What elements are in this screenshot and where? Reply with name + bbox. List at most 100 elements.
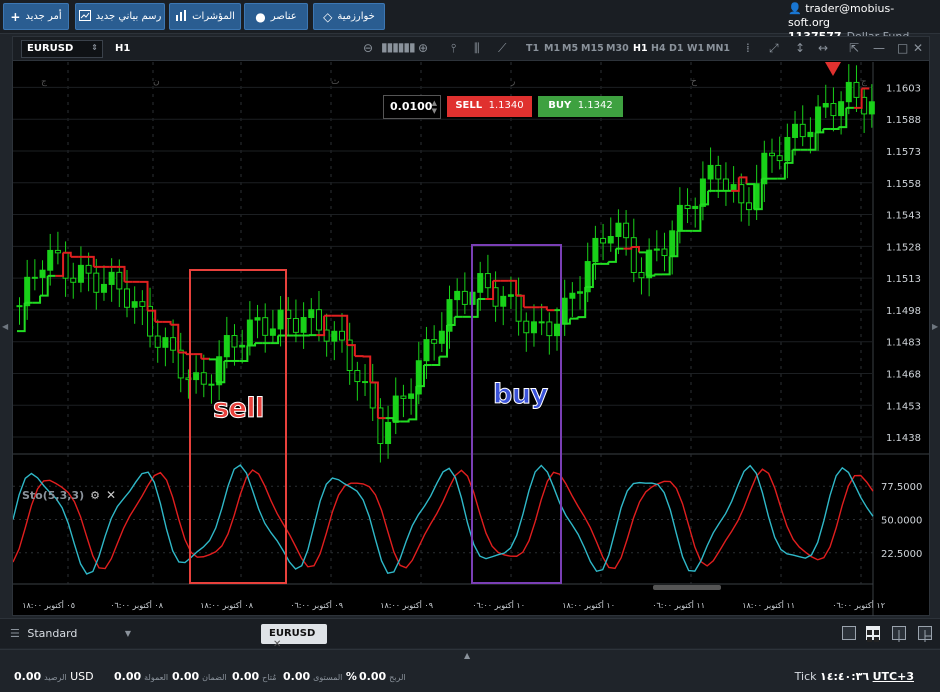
trailing-stop-segment [55, 252, 65, 277]
timeframe-m15[interactable]: M15 [581, 43, 604, 54]
sell-label: SELL [455, 100, 483, 111]
template-menu-icon: ☰ [10, 627, 20, 640]
timeframe-mn1[interactable]: MN1 [706, 43, 730, 54]
line-chart-icon[interactable]: ⟋ [498, 41, 506, 56]
timeframe-t1[interactable]: T1 [526, 43, 539, 54]
candle-body [116, 271, 123, 290]
candle-body [507, 294, 514, 297]
buy-label: BUY [548, 100, 572, 111]
zoom-out-icon[interactable]: ⊖ [363, 41, 373, 55]
status-commission: 0.00 العمولة [114, 670, 168, 683]
price-tick-label: 1.1468 [886, 369, 921, 380]
buy-button[interactable]: BUY 1.1342 [538, 96, 623, 117]
candle-body [515, 294, 522, 322]
chart-icon [78, 9, 91, 24]
trailing-stop-segment [608, 248, 617, 263]
margin-label: الضمان [202, 673, 227, 682]
candle-body [369, 381, 376, 409]
zoom-slider[interactable]: ▮▮▮▮▮▮ [381, 40, 416, 54]
sell-price: 1.1340 [488, 100, 524, 111]
candle-body [177, 349, 184, 379]
candle-body [124, 288, 130, 308]
elements-button[interactable]: ● عناصر [244, 3, 308, 30]
chart-tab-eurusd[interactable]: EURUSD ✕ [261, 624, 327, 650]
left-panel-arrow-icon[interactable]: ◀ [2, 322, 8, 331]
candle-body [308, 309, 315, 319]
timezone-select[interactable]: UTC+3 [873, 670, 914, 683]
layout-grid-icon[interactable] [866, 626, 880, 642]
buy-price: 1.1342 [577, 100, 613, 111]
timeframe-m1[interactable]: M1 [544, 43, 560, 54]
zoom-in-icon[interactable]: ⊕ [418, 41, 428, 55]
candle-body [569, 292, 576, 299]
tick-time: ١٤:٤٠:٣٦ [820, 670, 870, 683]
new-order-button[interactable]: + أمر جديد [3, 3, 69, 30]
collapse-panel-icon[interactable]: ▲ [464, 651, 470, 660]
layout-rows-icon[interactable] [918, 626, 932, 642]
oscillator-signal-line [13, 468, 874, 570]
indicators-button[interactable]: المؤشرات [169, 3, 241, 30]
template-select[interactable]: ☰ Standard ▼ [0, 622, 135, 646]
oscillator-close-icon[interactable]: ✕ [106, 488, 116, 502]
candle-body [822, 103, 829, 108]
candle-body [200, 372, 207, 385]
symbol-select[interactable]: EURUSD ⇕ [21, 40, 103, 58]
price-tick-label: 1.1543 [886, 211, 921, 222]
popout-icon[interactable]: ⇱ [849, 41, 859, 55]
timeframe-m30[interactable]: M30 [606, 43, 629, 54]
right-panel-arrow-icon[interactable]: ▶ [932, 322, 938, 331]
indicators-icon [175, 9, 187, 24]
oscillator-name: Sto(5,3,3) [22, 488, 85, 502]
time-tick-label: ٠٩ أكتوبر ٠٦:٠٠ [290, 600, 343, 610]
candle-body [292, 318, 299, 333]
candle-body [331, 330, 338, 342]
lot-spinner-icon[interactable]: ▲ ▼ [432, 99, 437, 115]
elements-label: عناصر [270, 11, 297, 22]
timeframe-h1[interactable]: H1 [633, 43, 648, 54]
candle-body [246, 319, 253, 346]
close-chart-icon[interactable]: ✕ [913, 41, 923, 55]
timeframe-w1[interactable]: W1 [687, 43, 704, 54]
horizontal-scrollbar [653, 585, 721, 590]
sell-button[interactable]: SELL 1.1340 [447, 96, 532, 117]
trend-line-icon[interactable]: ⤢ [769, 41, 779, 56]
layout-single-icon[interactable] [842, 626, 856, 640]
vertical-arrows-icon[interactable]: ↕ [795, 41, 805, 55]
vertical-line-icon[interactable]: ⁞ [746, 41, 750, 55]
layout-columns-icon[interactable] [892, 626, 906, 642]
minimize-icon[interactable]: — [873, 41, 885, 55]
candle-body [154, 335, 161, 348]
new-chart-button[interactable]: رسم بياني جديد [75, 3, 165, 30]
horizontal-arrows-icon[interactable]: ↔ [818, 41, 828, 55]
account-email: trader@mobius-soft.org [788, 2, 895, 29]
time-tick-label: ١٠ أكتوبر ٠٦:٠٠ [472, 600, 525, 610]
trailing-stop-segment [623, 247, 633, 250]
chart-plot-area[interactable]: 1.1603 1.1588 1.1573 1.1558 1.1543 1.1528 1.15… [13, 62, 929, 616]
buy-annotation: buy [493, 379, 549, 411]
candle-body [438, 330, 445, 344]
price-tick-label: 1.1513 [886, 274, 921, 285]
balance-label: الرصيد [44, 673, 67, 682]
timeframe-h4[interactable]: H4 [651, 43, 666, 54]
time-tick-label: ٠٨ أكتوبر ١٨:٠٠ [200, 600, 254, 610]
algorithms-button[interactable]: ◇ خوارزمية [313, 3, 385, 30]
lot-size-input[interactable]: 0.0100 ▲ ▼ [383, 95, 441, 119]
time-tick-label: ١٢ أكتوبر ٠٦:٠٠ [832, 600, 885, 610]
trailing-stop-segment [408, 386, 418, 421]
trailing-stop-segment [646, 274, 656, 277]
candle-body [131, 301, 138, 308]
day-marker: ن [153, 77, 160, 87]
timeframe-m5[interactable]: M5 [562, 43, 578, 54]
candles-icon[interactable]: ⫼ [474, 41, 480, 56]
bar-chart-icon[interactable]: ⫯ [451, 41, 456, 56]
timeframe-d1[interactable]: D1 [669, 43, 684, 54]
candle-body [231, 335, 238, 348]
chart-canvas[interactable]: 1.1603 1.1588 1.1573 1.1558 1.1543 1.1528 1.15… [13, 62, 929, 616]
day-marker: خ [691, 77, 697, 87]
price-alert-marker [825, 62, 841, 76]
current-timeframe: H1 [115, 43, 131, 54]
maximize-icon[interactable]: □ [897, 41, 908, 55]
oscillator-settings-icon[interactable]: ⚙ [90, 489, 100, 502]
level-value: 0.00 [283, 670, 311, 683]
candle-body [530, 321, 537, 334]
